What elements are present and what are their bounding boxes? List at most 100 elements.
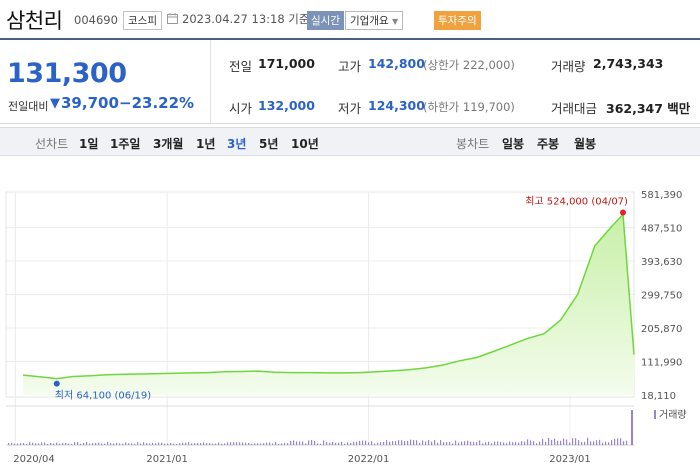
volume-bar	[188, 442, 190, 445]
volume-bar	[218, 442, 220, 445]
volume-bar	[443, 442, 445, 445]
volume-bar	[491, 443, 493, 445]
volume-bar	[146, 443, 148, 445]
volume-bar	[95, 442, 97, 445]
volume-bar	[35, 443, 37, 445]
volume-bar	[515, 442, 517, 445]
volume-bar	[260, 443, 262, 445]
volume-bar	[8, 443, 10, 445]
volume-bar	[323, 440, 325, 445]
volume-bar	[530, 440, 532, 445]
volume-bar	[239, 442, 241, 445]
stock-code: 004690	[74, 13, 118, 27]
volume-bar	[413, 439, 415, 445]
volume-bar	[59, 443, 61, 445]
stock-name: 삼천리	[6, 9, 63, 33]
volume-bar	[230, 442, 232, 445]
price-chart[interactable]: 581,390 487,510 393,630 299,750 205,870 111,9…	[0, 160, 700, 469]
volume-bar	[509, 441, 511, 445]
volume-bar	[422, 440, 424, 445]
change-label: 전일대비	[8, 100, 49, 113]
volume-bar	[167, 443, 169, 445]
tab-3y[interactable]: 3년	[227, 135, 246, 152]
volume-bar	[416, 440, 418, 445]
tab-5y[interactable]: 5년	[259, 135, 278, 152]
volume-bar	[449, 442, 451, 445]
volume-bar	[464, 441, 466, 445]
volume-bar	[299, 441, 301, 445]
amount-value: 362,347 백만	[606, 101, 691, 116]
volume-bar	[587, 437, 589, 445]
volume-bar	[626, 440, 628, 445]
current-price: 131,300	[7, 58, 127, 89]
volume-bar	[359, 440, 361, 445]
volume-bar	[614, 438, 616, 445]
volume-bar	[104, 443, 106, 445]
prev-close-label: 전일	[229, 59, 253, 74]
volume-bar	[425, 441, 427, 445]
volume-bar	[365, 440, 367, 445]
upper-limit: (상한가 222,000)	[423, 58, 515, 72]
volume-bar	[47, 443, 49, 445]
volume-bar	[584, 441, 586, 445]
volume-bar	[434, 440, 436, 445]
volume-bar	[524, 441, 526, 445]
tab-1d[interactable]: 1일	[79, 135, 98, 152]
volume-bar	[611, 440, 613, 445]
y-tick-label: 299,750	[641, 291, 682, 302]
volume-bar	[401, 440, 403, 445]
high-value: 142,800	[368, 56, 425, 71]
volume-bar	[575, 438, 577, 445]
volume-bar	[161, 442, 163, 445]
realtime-badge[interactable]: 실시간	[307, 11, 344, 30]
tab-monthly-candle[interactable]: 월봉	[574, 135, 596, 152]
tab-1y[interactable]: 1년	[196, 135, 215, 152]
x-tick-label: 2020/04	[13, 454, 55, 465]
volume-bar	[380, 442, 382, 445]
volume-bar	[113, 443, 115, 445]
tab-daily-candle[interactable]: 일봉	[502, 135, 524, 152]
volume-bar	[470, 441, 472, 445]
volume-bar	[563, 438, 565, 445]
company-info-dropdown[interactable]: 기업개요 ▼	[345, 11, 404, 30]
caution-badge: 투자주의	[434, 11, 481, 30]
y-tick-label: 393,630	[641, 257, 682, 268]
company-info-label: 기업개요	[350, 15, 389, 27]
volume-bar	[455, 440, 457, 445]
tab-3m[interactable]: 3개월	[153, 135, 183, 152]
volume-bar	[560, 440, 562, 445]
change-value: 39,700	[61, 94, 119, 112]
volume-bar	[191, 443, 193, 445]
volume-bar	[173, 443, 175, 445]
low-value: 124,300	[368, 98, 425, 113]
tab-1w[interactable]: 1주일	[110, 135, 140, 152]
tab-weekly-candle[interactable]: 주봉	[537, 135, 559, 152]
volume-bar	[536, 443, 538, 445]
volume-bar	[344, 443, 346, 445]
volume-bar	[206, 443, 208, 445]
volume-bar	[476, 442, 478, 445]
volume-bar	[371, 441, 373, 445]
open-value: 132,000	[258, 98, 315, 113]
volume-bar	[368, 442, 370, 445]
volume-bar	[617, 438, 619, 445]
volume-bar	[68, 443, 70, 445]
clock-icon	[167, 13, 178, 24]
volume-bar	[248, 442, 250, 445]
y-axis-labels: 581,390 487,510 393,630 299,750 205,870 111,9…	[641, 190, 682, 402]
volume-bar	[398, 440, 400, 445]
volume-bar	[386, 440, 388, 445]
candle-chart-label: 봉차트	[456, 137, 490, 151]
volume-bar	[203, 442, 205, 445]
tab-10y[interactable]: 10년	[291, 135, 319, 152]
volume-bar	[494, 441, 496, 445]
volume-bar	[419, 442, 421, 445]
volume-bar	[200, 443, 202, 445]
volume-bar	[41, 442, 43, 445]
volume-bar	[89, 443, 91, 445]
volume-bar	[98, 442, 100, 445]
volume-bar	[332, 441, 334, 445]
volume-bar	[539, 441, 541, 445]
volume-bar	[512, 442, 514, 445]
volume-legend-label: 거래량	[659, 409, 687, 421]
